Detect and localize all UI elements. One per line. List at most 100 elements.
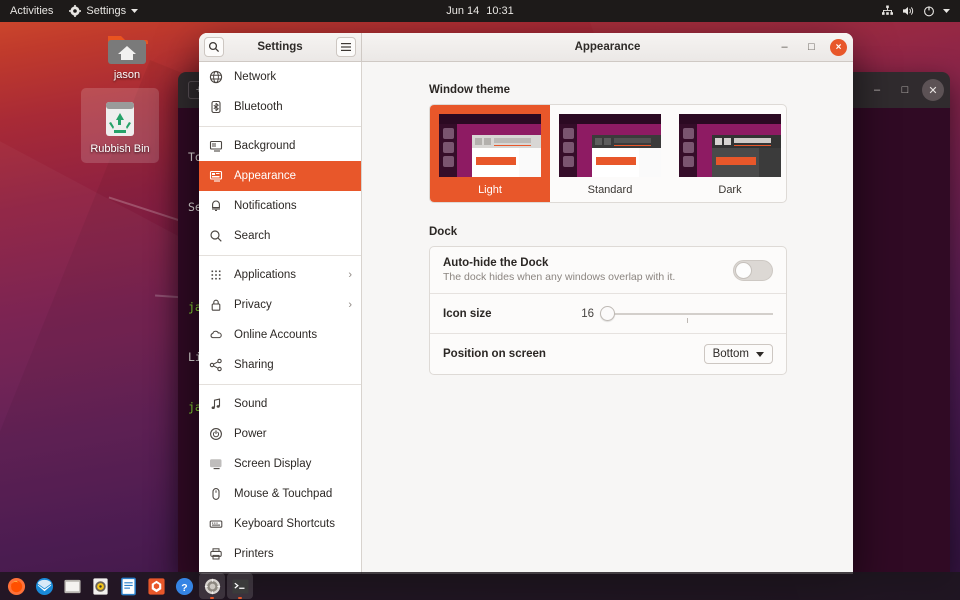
sidebar-item-background[interactable]: Background — [199, 131, 361, 161]
sidebar-item-online-accounts[interactable]: Online Accounts — [199, 320, 361, 350]
theme-label: Light — [478, 184, 502, 196]
autohide-dock-label: Auto-hide the Dock — [443, 257, 549, 269]
top-bar: Activities Settings Jun 14 10:31 — [0, 0, 960, 22]
theme-option-standard[interactable]: Standard — [550, 105, 670, 202]
window-theme-heading: Window theme — [429, 84, 511, 96]
settings-minimize-button[interactable]: – — [776, 39, 793, 56]
settings-sidebar-header: Settings — [199, 33, 362, 61]
app-menu-label: Settings — [86, 5, 127, 17]
display-icon — [208, 457, 224, 471]
dock-item-firefox[interactable] — [3, 573, 29, 599]
dock-heading: Dock — [429, 226, 458, 238]
sidebar-item-search[interactable]: Search — [199, 221, 361, 251]
apps-grid-icon — [208, 268, 224, 282]
chevron-down-icon — [940, 9, 953, 13]
system-status-area[interactable] — [878, 5, 960, 17]
search-icon[interactable] — [204, 37, 224, 57]
dock-item-terminal[interactable] — [227, 573, 253, 599]
dock-item-files[interactable] — [59, 573, 85, 599]
appearance-monitor-icon — [208, 169, 224, 183]
dock-item-settings[interactable] — [199, 573, 225, 599]
sidebar-item-label: Notifications — [234, 200, 297, 212]
desktop-icon-rubbish-bin[interactable]: Rubbish Bin — [81, 88, 159, 163]
theme-label: Standard — [587, 184, 633, 196]
sidebar-item-keyboard-shortcuts[interactable]: Keyboard Shortcuts — [199, 509, 361, 539]
chevron-right-icon: › — [348, 299, 352, 311]
terminal-maximize-button[interactable]: □ — [894, 79, 916, 101]
settings-close-button[interactable]: × — [830, 38, 847, 56]
sidebar-item-notifications[interactable]: Notifications — [199, 191, 361, 221]
power-battery-icon — [208, 427, 224, 441]
desktop-icon-home[interactable]: jason — [88, 24, 166, 85]
position-on-screen-value: Bottom — [712, 348, 749, 360]
sidebar-item-label: Power — [234, 428, 267, 440]
dock-item-rhythmbox[interactable] — [87, 573, 113, 599]
settings-content: Window theme Light Standard Dark Dock Au… — [362, 62, 853, 574]
terminal-minimize-button[interactable]: – — [866, 79, 888, 101]
dock-item-libreoffice-writer[interactable] — [115, 573, 141, 599]
dock-settings-card: Auto-hide the Dock The dock hides when a… — [429, 246, 787, 375]
music-note-icon — [208, 397, 224, 411]
sidebar-item-bluetooth[interactable]: Bluetooth — [199, 92, 361, 122]
sidebar-item-label: Network — [234, 71, 277, 83]
dock-item-ubuntu-software[interactable] — [143, 573, 169, 599]
sidebar-item-appearance[interactable]: Appearance — [199, 161, 361, 191]
hamburger-menu-icon[interactable] — [336, 37, 356, 57]
volume-icon — [899, 5, 918, 17]
network-icon — [878, 5, 897, 17]
sidebar-item-label: Bluetooth — [234, 101, 283, 113]
share-nodes-icon — [208, 358, 224, 372]
sidebar-item-applications[interactable]: Applications › — [199, 260, 361, 290]
activities-label: Activities — [10, 5, 54, 17]
background-monitor-icon — [208, 139, 224, 153]
app-menu-button[interactable]: Settings — [61, 0, 146, 22]
sidebar-item-sound[interactable]: Sound — [199, 389, 361, 419]
dock: ? — [0, 572, 960, 600]
clock-button[interactable]: Jun 14 10:31 — [439, 5, 521, 17]
sidebar-item-screen-display[interactable]: Screen Display — [199, 449, 361, 479]
sidebar-item-privacy[interactable]: Privacy › — [199, 290, 361, 320]
power-icon — [920, 5, 938, 17]
desktop-icon-label: jason — [113, 69, 141, 81]
dock-item-thunderbird[interactable] — [31, 573, 57, 599]
sidebar-item-printers[interactable]: Printers — [199, 539, 361, 569]
sidebar-item-label: Screen Display — [234, 458, 312, 470]
chevron-down-icon — [756, 351, 764, 357]
mouse-icon — [208, 487, 224, 501]
theme-option-dark[interactable]: Dark — [670, 105, 786, 202]
icon-size-slider[interactable] — [600, 306, 773, 323]
autohide-dock-toggle[interactable] — [733, 259, 773, 281]
sidebar-item-power[interactable]: Power — [199, 419, 361, 449]
theme-preview-light — [439, 114, 541, 177]
desktop: jason Rubbish Bin + – □ ✕ To run a c — [0, 0, 960, 600]
terminal-close-button[interactable]: ✕ — [922, 79, 944, 101]
sidebar-item-label: Search — [234, 230, 271, 242]
dock-item-help[interactable]: ? — [171, 573, 197, 599]
sidebar-item-sharing[interactable]: Sharing — [199, 350, 361, 380]
network-globe-icon — [208, 70, 224, 84]
svg-text:?: ? — [181, 582, 187, 593]
sidebar-item-label: Applications — [234, 269, 297, 281]
theme-option-light[interactable]: Light — [430, 105, 550, 202]
settings-window[interactable]: Settings Appearance – □ × Network Blueto… — [199, 33, 853, 574]
slider-handle[interactable] — [600, 306, 615, 321]
gear-icon — [69, 5, 82, 17]
position-on-screen-dropdown[interactable]: Bottom — [703, 344, 773, 364]
sidebar-item-label: Mouse & Touchpad — [234, 488, 333, 500]
bluetooth-icon — [208, 100, 224, 114]
settings-page-header: Appearance – □ × — [362, 33, 853, 61]
sidebar-divider — [199, 255, 361, 256]
settings-maximize-button[interactable]: □ — [803, 39, 820, 56]
sidebar-divider — [199, 126, 361, 127]
theme-label: Dark — [718, 184, 742, 196]
keyboard-icon — [208, 517, 224, 531]
home-folder-icon — [106, 30, 148, 66]
sidebar-item-mouse-touchpad[interactable]: Mouse & Touchpad — [199, 479, 361, 509]
bell-icon — [208, 199, 224, 213]
activities-button[interactable]: Activities — [2, 0, 61, 22]
sidebar-item-label: Background — [234, 140, 296, 152]
sidebar-item-network[interactable]: Network — [199, 62, 361, 92]
settings-sidebar[interactable]: Network Bluetooth Background Appearance … — [199, 62, 362, 574]
theme-preview-dark — [679, 114, 781, 177]
lock-icon — [208, 298, 224, 312]
